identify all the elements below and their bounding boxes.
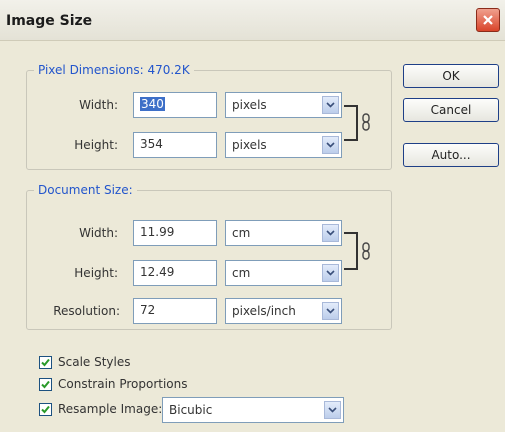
chevron-down-icon (324, 401, 341, 419)
scale-styles-label: Scale Styles (58, 355, 131, 369)
ok-button[interactable]: OK (403, 64, 499, 88)
chevron-down-icon (322, 224, 339, 242)
title-bar: Image Size (0, 0, 505, 41)
resample-method-select[interactable]: Bicubic (162, 397, 344, 423)
checkmark-icon (41, 380, 50, 389)
doc-width-field[interactable]: 11.99 (133, 220, 217, 246)
checkmark-icon (41, 405, 50, 414)
resolution-field[interactable]: 72 (133, 298, 217, 324)
close-icon (483, 15, 493, 25)
chevron-down-icon (322, 264, 339, 282)
resample-image-label: Resample Image: (58, 402, 163, 416)
doc-width-label: Width: (79, 226, 118, 240)
resample-image-checkbox[interactable] (39, 403, 52, 416)
checkmark-icon (41, 358, 50, 367)
resolution-unit-select[interactable]: pixels/inch (225, 298, 342, 324)
pixel-constrain-bracket (344, 105, 358, 141)
pixel-height-field[interactable]: 354 (133, 132, 217, 158)
chevron-down-icon (322, 136, 339, 154)
constrain-proportions-checkbox[interactable] (39, 378, 52, 391)
chain-link-icon (362, 242, 370, 260)
chevron-down-icon (322, 96, 339, 114)
resolution-label: Resolution: (53, 304, 120, 318)
window-title: Image Size (6, 13, 93, 29)
pixel-height-label: Height: (74, 138, 118, 152)
chevron-down-icon (322, 302, 339, 320)
scale-styles-checkbox[interactable] (39, 356, 52, 369)
document-size-legend: Document Size: (34, 183, 137, 197)
doc-height-unit-select[interactable]: cm (225, 260, 342, 286)
pixel-dimensions-legend: Pixel Dimensions: 470.2K (34, 63, 194, 77)
pixel-width-unit-select[interactable]: pixels (225, 92, 342, 118)
pixel-width-field[interactable]: 340 (133, 92, 217, 118)
auto-button[interactable]: Auto... (403, 143, 499, 167)
pixel-height-unit-select[interactable]: pixels (225, 132, 342, 158)
constrain-proportions-label: Constrain Proportions (58, 377, 188, 391)
doc-constrain-bracket (344, 232, 358, 270)
doc-width-unit-select[interactable]: cm (225, 220, 342, 246)
doc-height-label: Height: (74, 266, 118, 280)
doc-height-field[interactable]: 12.49 (133, 260, 217, 286)
chain-link-icon (362, 113, 370, 131)
close-button[interactable] (476, 8, 500, 32)
pixel-width-label: Width: (79, 98, 118, 112)
cancel-button[interactable]: Cancel (403, 98, 499, 122)
